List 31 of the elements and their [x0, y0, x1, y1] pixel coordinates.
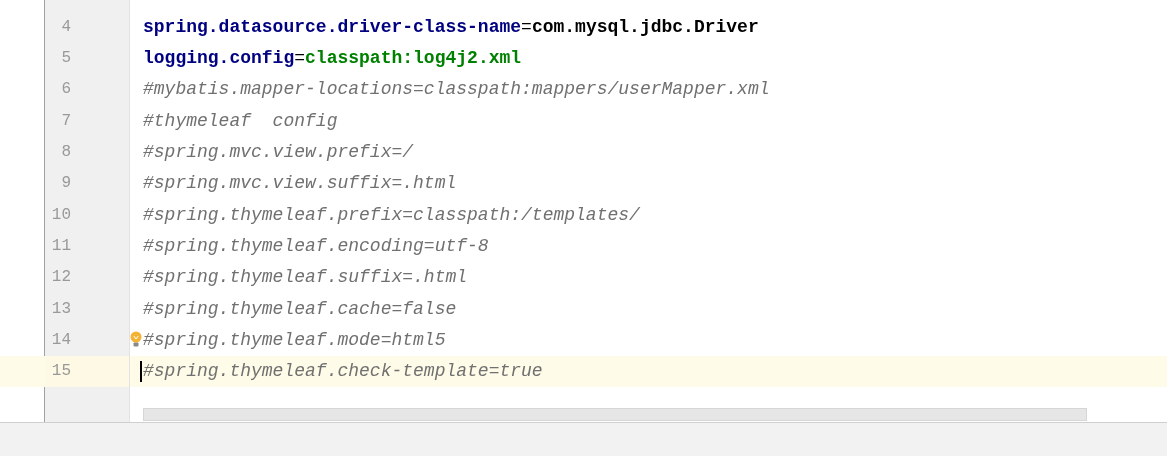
code-comment: #spring.thymeleaf.mode=html5	[143, 330, 446, 351]
code-comment: #spring.thymeleaf.prefix=classpath:/templates/	[143, 204, 640, 225]
line-number: 14	[51, 331, 71, 350]
code-comment: #spring.mvc.view.suffix=.html	[143, 173, 457, 194]
property-value: classpath:log4j2.xml	[305, 48, 522, 68]
line-number: 10	[51, 205, 71, 224]
line-number: 4	[61, 17, 71, 36]
line-number: 12	[51, 268, 71, 287]
lightbulb-icon[interactable]	[130, 331, 142, 348]
code-comment: #mybatis.mapper-locations=classpath:mappers/userMapper.xml	[143, 79, 770, 100]
code-comment: #spring.thymeleaf.check-template=true	[143, 361, 543, 382]
property-key: logging.config	[143, 48, 295, 68]
line-number: 5	[61, 49, 71, 67]
equals-sign: =	[521, 16, 532, 37]
code-comment: #thymeleaf config	[143, 110, 338, 131]
code-comment: #spring.thymeleaf.cache=false	[143, 298, 457, 319]
property-value: com.mysql.jdbc.Driver	[531, 16, 759, 37]
property-key: spring.datasource.driver-class-name	[143, 16, 522, 37]
code-comment: #spring.thymeleaf.suffix=.html	[143, 267, 468, 288]
horizontal-scrollbar[interactable]	[143, 408, 1087, 421]
line-number: 15	[51, 362, 71, 381]
text-cursor	[140, 360, 142, 382]
line-number: 13	[51, 299, 71, 318]
code-comment: #spring.thymeleaf.encoding=utf-8	[143, 236, 489, 257]
line-number: 6	[61, 80, 71, 99]
equals-sign: =	[294, 48, 306, 68]
line-number: 8	[61, 143, 71, 162]
line-number: 7	[61, 111, 71, 130]
line-number: 11	[51, 237, 71, 256]
code-comment: #spring.mvc.view.prefix=/	[143, 142, 414, 163]
line-number: 9	[61, 174, 71, 193]
